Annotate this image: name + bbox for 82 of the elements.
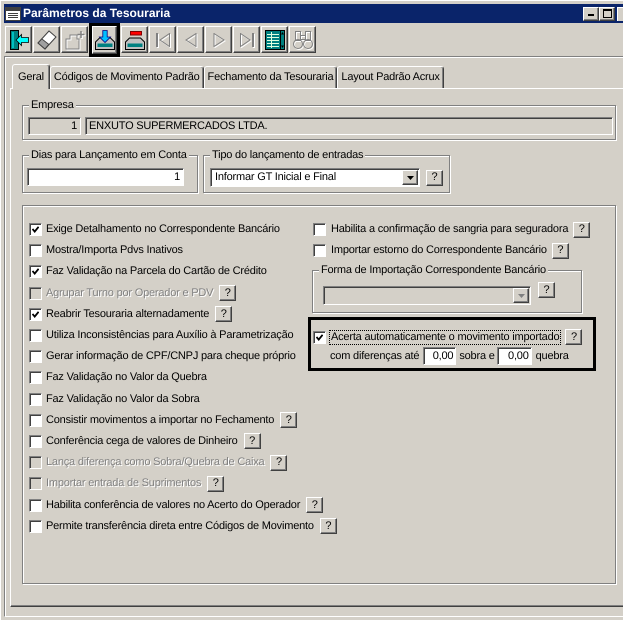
- tray-minus-icon: [124, 30, 144, 50]
- checkbox-label: Reabrir Tesouraria alternadamente: [46, 308, 210, 321]
- group-label: Tipo do lançamento de entradas: [210, 149, 366, 162]
- checkbox[interactable]: [29, 329, 42, 342]
- input-field[interactable]: 1: [28, 117, 81, 135]
- check-icon: [316, 334, 323, 340]
- checkbox[interactable]: [313, 330, 326, 344]
- checkbox[interactable]: [29, 498, 42, 512]
- window-title: Parâmetros da Tesouraria: [23, 7, 170, 20]
- checkbox[interactable]: [29, 244, 42, 258]
- minimize-button[interactable]: [583, 6, 599, 20]
- checkbox[interactable]: [29, 520, 42, 533]
- checkbox-label: Habilita a confirmação de sangria para seguradora: [331, 223, 568, 236]
- checkbox[interactable]: [29, 223, 42, 236]
- door-arrow-icon: [8, 30, 28, 50]
- window-icon: [5, 6, 21, 20]
- checkbox[interactable]: [29, 414, 42, 427]
- group-label: Forma de Importação Correspondente Bancário: [319, 264, 548, 277]
- add-icon: [64, 30, 84, 50]
- checkbox-label: Permite transferência direta entre Códigos de Movimento: [46, 520, 314, 533]
- input-field[interactable]: ENXUTO SUPERMERCADOS LTDA.: [85, 117, 613, 135]
- tab[interactable]: Layout Padrão Acrux: [337, 66, 444, 88]
- checkbox-label: Lança diferença como Sobra/Quebra de Caixa: [46, 456, 264, 470]
- next-icon: [212, 32, 226, 46]
- maximize-icon: [602, 9, 612, 18]
- field-label: quebra: [536, 350, 569, 362]
- dropdown[interactable]: Informar GT Inicial e Final: [210, 168, 420, 187]
- checkbox-label: Habilita conferência de valores no Acerto do Operador: [46, 498, 300, 512]
- checkbox-label: Agrupar Turno por Operador e PDV: [46, 286, 214, 300]
- checkbox[interactable]: [313, 223, 326, 236]
- maximize-button[interactable]: [599, 6, 615, 20]
- checkbox-label: Gerar informação de CPF/CNPJ para cheque próprio: [46, 350, 296, 364]
- help-button[interactable]: ?: [552, 242, 569, 258]
- input-field[interactable]: 0,00: [423, 347, 456, 365]
- checkbox[interactable]: [29, 350, 42, 364]
- help-button[interactable]: ?: [426, 170, 443, 186]
- checkbox-label: Faz Validação no Valor da Quebra: [46, 371, 207, 384]
- check-icon: [32, 226, 39, 234]
- checkbox-label: Importar entrada de Suprimentos: [46, 477, 202, 490]
- checkbox-label: Faz Validação na Parcela do Cartão de Crédito: [46, 265, 267, 278]
- field-label: sobra e: [459, 350, 495, 362]
- last-record-icon: [240, 32, 254, 46]
- checkbox-label: Utiliza Inconsistências para Auxílio à Parametrização: [46, 329, 294, 342]
- checkbox-label: Exige Detalhamento no Correspondente Bancário: [46, 223, 280, 236]
- binoculars-icon: [292, 30, 312, 50]
- previous-icon: [184, 32, 198, 46]
- close-button[interactable]: [617, 6, 623, 20]
- checkbox-label: Faz Validação no Valor da Sobra: [46, 392, 200, 406]
- field-label: com diferenças até: [330, 350, 420, 362]
- group-label: Dias para Lançamento em Conta: [29, 149, 189, 162]
- checkbox[interactable]: [29, 265, 42, 278]
- first-record-icon: [156, 32, 170, 46]
- checkbox-label: Acerta automaticamente o movimento importado: [329, 330, 562, 344]
- input-field[interactable]: 0,00: [496, 347, 532, 365]
- toolbar-button[interactable]: [89, 22, 120, 56]
- minimize-icon: [588, 14, 594, 16]
- checkbox[interactable]: [29, 308, 42, 321]
- checkbox-label: Consistir movimentos a importar no Fechamento: [46, 414, 274, 427]
- help-button[interactable]: ?: [320, 518, 337, 534]
- check-icon: [32, 268, 39, 276]
- help-button[interactable]: ?: [306, 497, 324, 514]
- checkbox-label: Conferência cega de valores de Dinheiro: [46, 434, 238, 448]
- help-button[interactable]: ?: [565, 329, 582, 345]
- input-field[interactable]: 1: [27, 168, 184, 186]
- help-button[interactable]: ?: [244, 433, 261, 450]
- checkbox[interactable]: [29, 434, 42, 448]
- tab[interactable]: Fechamento da Tesouraria: [204, 66, 338, 88]
- checkbox[interactable]: [29, 392, 42, 406]
- tab[interactable]: Códigos de Movimento Padrão: [50, 66, 204, 88]
- eraser-icon: [36, 30, 56, 50]
- checkbox-label: Importar estorno do Correspondente Bancário: [331, 244, 547, 257]
- checkbox-label: Mostra/Importa Pdvs Inativos: [46, 244, 183, 258]
- help-button[interactable]: ?: [280, 412, 298, 428]
- checkbox[interactable]: [29, 371, 42, 384]
- table-icon: [264, 30, 284, 50]
- checkbox[interactable]: [313, 244, 326, 257]
- download-tray-icon: [94, 30, 114, 50]
- tab[interactable]: Geral: [12, 64, 50, 89]
- help-button[interactable]: ?: [573, 222, 590, 238]
- check-icon: [32, 310, 39, 318]
- group-label: Empresa: [29, 99, 76, 112]
- help-button[interactable]: ?: [215, 306, 232, 322]
